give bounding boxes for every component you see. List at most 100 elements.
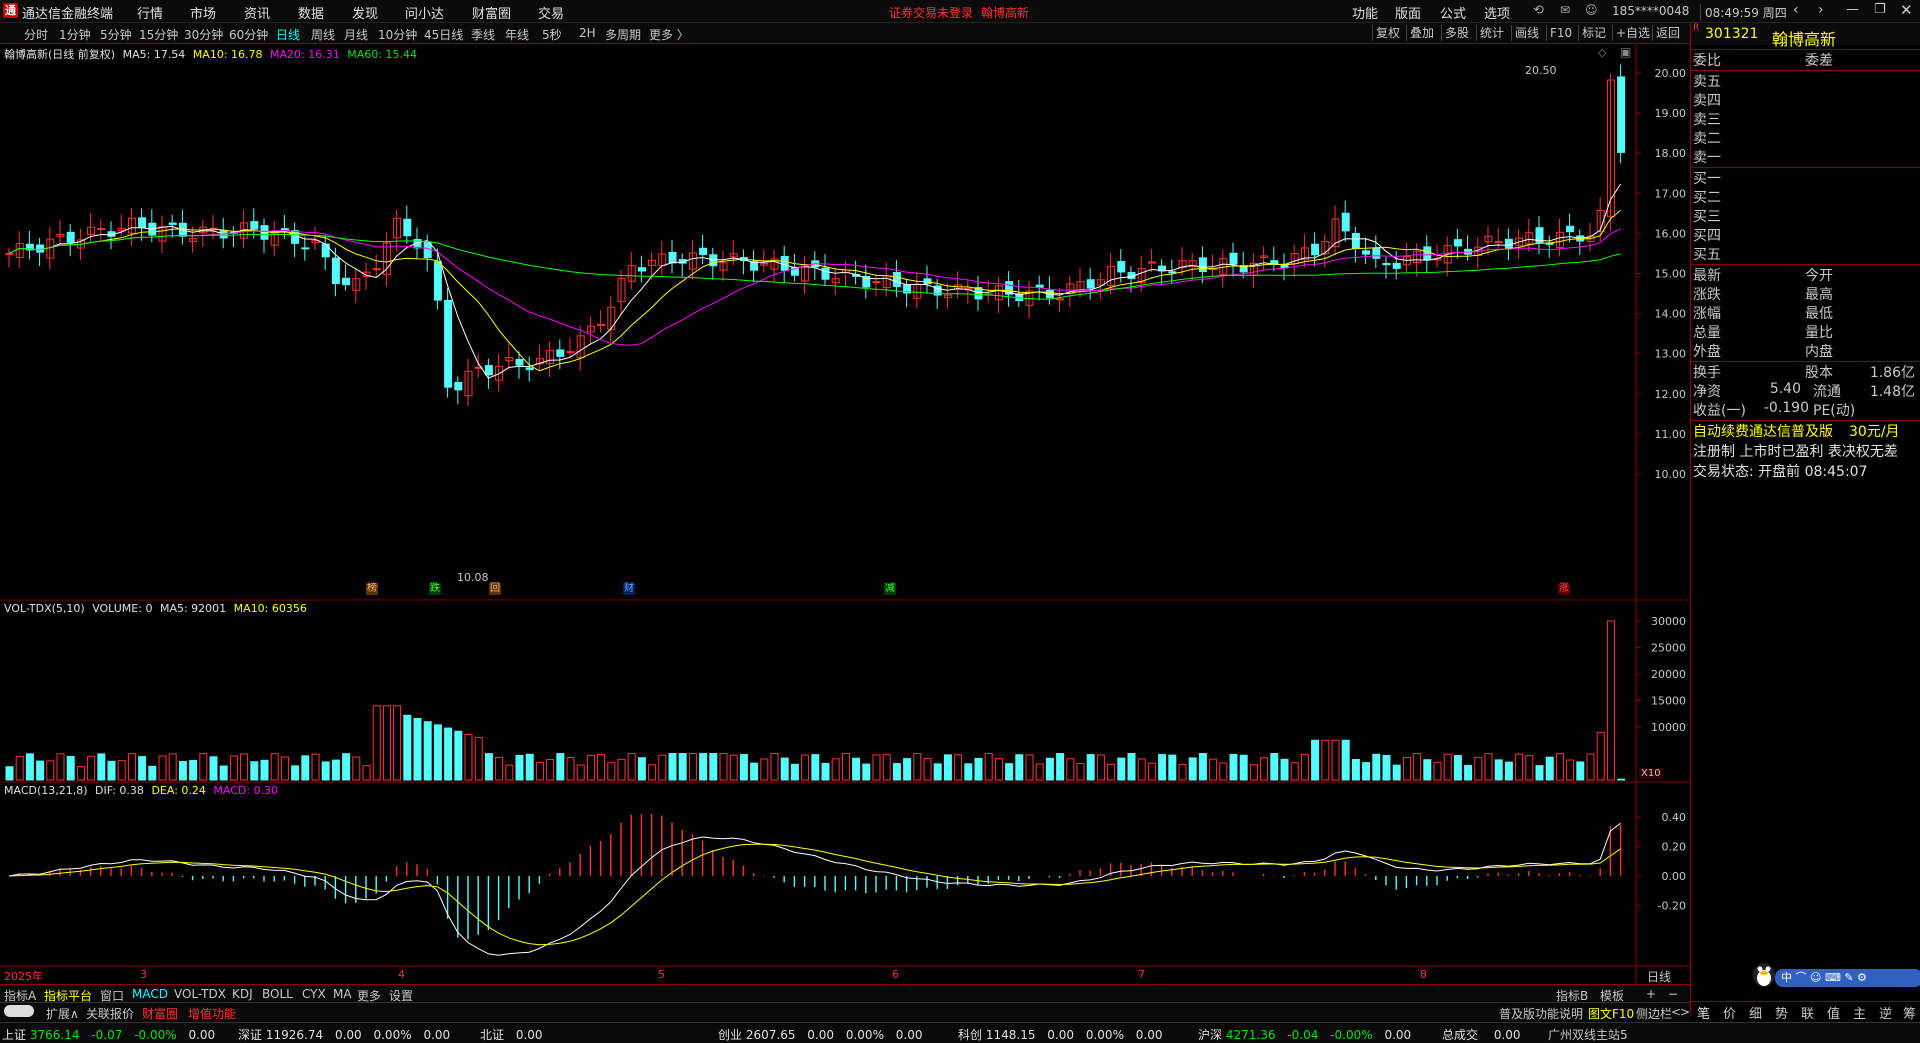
event-mark-list[interactable]: 榜	[366, 583, 378, 595]
panel-close-icon[interactable]: ▣	[1620, 45, 1631, 59]
refresh-icon[interactable]: ⟲	[1533, 3, 1544, 18]
minimize-icon[interactable]: —	[1846, 2, 1859, 17]
period-yearly[interactable]: 年线	[505, 26, 529, 43]
menu-wealth[interactable]: 财富圈	[472, 3, 511, 22]
back-nav-icon[interactable]: ‹	[1793, 2, 1799, 18]
ask-level-1[interactable]: 卖一	[1691, 147, 1920, 166]
tab-related-quotes[interactable]: 关联报价	[86, 1005, 134, 1022]
tab-value[interactable]: 值	[1827, 1003, 1840, 1022]
tab-price[interactable]: 价	[1723, 1003, 1736, 1022]
period-15min[interactable]: 15分钟	[139, 26, 178, 43]
tab-cyx[interactable]: CYX	[302, 987, 326, 1001]
ask-level-4[interactable]: 卖四	[1691, 90, 1920, 109]
account-id[interactable]: 185****0048	[1612, 4, 1689, 18]
menu-layout[interactable]: 版面	[1395, 3, 1421, 22]
tab-linked[interactable]: 联	[1801, 1003, 1814, 1022]
return-button[interactable]: 返回	[1652, 25, 1683, 41]
close-icon[interactable]: ✕	[1900, 1, 1913, 19]
event-mark-buyback[interactable]: 回	[489, 583, 501, 595]
menu-formula[interactable]: 公式	[1440, 3, 1466, 22]
tab-vol-tdx[interactable]: VOL-TDX	[174, 987, 226, 1001]
tab-kdj[interactable]: KDJ	[232, 987, 253, 1001]
period-multi[interactable]: 多周期	[605, 26, 641, 43]
menu-options[interactable]: 选项	[1484, 3, 1510, 22]
forward-nav-icon[interactable]: ›	[1818, 2, 1824, 18]
period-10min[interactable]: 10分钟	[378, 26, 417, 43]
draw-button[interactable]: 画线	[1511, 25, 1542, 41]
ask-level-2[interactable]: 卖二	[1691, 128, 1920, 147]
input-method-bar[interactable]: 中 ⌒ ☺ ⌨ ✎ ⚙	[1775, 969, 1920, 987]
menu-quotes[interactable]: 行情	[137, 3, 163, 22]
menu-market[interactable]: 市场	[190, 3, 216, 22]
menu-ask[interactable]: 问小达	[405, 3, 444, 22]
tab-main[interactable]: 主	[1853, 1003, 1866, 1022]
stock-code[interactable]: 301321	[1705, 26, 1758, 42]
period-quarterly[interactable]: 季线	[471, 26, 495, 43]
toggle-switch[interactable]	[4, 1005, 34, 1017]
zoom-in-button[interactable]: +	[1646, 987, 1656, 1001]
menu-function[interactable]: 功能	[1352, 3, 1378, 22]
tab-value-added[interactable]: 增值功能	[188, 1005, 236, 1022]
chart-canvas[interactable]: 20.00 19.00 18.00 17.00 16.00 15.00 14.00 13.00…	[0, 44, 1690, 984]
tab-detail[interactable]: 细	[1749, 1003, 1762, 1022]
tab-f10-graphic[interactable]: 图文F10	[1588, 1005, 1634, 1022]
restore-icon[interactable]: ❐	[1874, 2, 1886, 17]
period-2h[interactable]: 2H	[579, 26, 596, 40]
collapse-icon[interactable]: ◇	[1598, 46, 1606, 59]
mail-icon[interactable]: ✉	[1560, 3, 1570, 17]
zoom-out-button[interactable]: −	[1668, 987, 1678, 1001]
period-1min[interactable]: 1分钟	[59, 26, 91, 43]
period-30min[interactable]: 30分钟	[184, 26, 223, 43]
tab-boll[interactable]: BOLL	[262, 987, 293, 1001]
tab-extend[interactable]: 扩展∧	[46, 1005, 79, 1022]
bid-level-3[interactable]: 买三	[1691, 206, 1920, 225]
period-45day[interactable]: 45日线	[424, 26, 463, 43]
scroll-right-button[interactable]: >	[1680, 1005, 1690, 1019]
mark-button[interactable]: 标记	[1578, 25, 1609, 41]
tab-trend[interactable]: 势	[1775, 1003, 1788, 1022]
chart-area[interactable]: 20.00 19.00 18.00 17.00 16.00 15.00 14.00 13.00…	[0, 44, 1690, 984]
stats-button[interactable]: 统计	[1476, 25, 1507, 41]
tab-trades[interactable]: 笔	[1697, 1003, 1710, 1022]
period-5min[interactable]: 5分钟	[100, 26, 132, 43]
menu-trade[interactable]: 交易	[538, 3, 564, 22]
bid-level-5[interactable]: 买五	[1691, 244, 1920, 263]
stock-name[interactable]: 翰博高新	[1772, 26, 1836, 50]
menu-data[interactable]: 数据	[298, 3, 324, 22]
bid-level-4[interactable]: 买四	[1691, 225, 1920, 244]
index-csi300[interactable]: 沪深 4271.36 -0.04 -0.00% 0.00	[1198, 1026, 1411, 1043]
index-star[interactable]: 科创 1148.15 0.00 0.00% 0.00	[958, 1026, 1163, 1043]
index-beijing[interactable]: 北证 0.00	[480, 1026, 543, 1043]
add-watchlist-button[interactable]: +自选	[1612, 25, 1653, 41]
multi-stock-button[interactable]: 多股	[1441, 25, 1472, 41]
bid-level-1[interactable]: 买一	[1691, 168, 1920, 187]
index-shenzhen[interactable]: 深证 11926.74 0.00 0.00% 0.00	[238, 1026, 450, 1043]
index-chinext[interactable]: 创业 2607.65 0.00 0.00% 0.00	[718, 1026, 923, 1043]
penguin-mascot-icon[interactable]	[1751, 958, 1777, 988]
f10-button[interactable]: F10	[1546, 25, 1575, 41]
index-shanghai[interactable]: 上证 3766.14 -0.07 -0.00% 0.00	[2, 1026, 215, 1043]
user-icon[interactable]: ☺	[1585, 3, 1598, 17]
overlay-button[interactable]: 叠加	[1406, 25, 1437, 41]
tab-ma[interactable]: MA	[333, 987, 352, 1001]
login-notice[interactable]: 证券交易未登录	[889, 4, 973, 21]
period-5sec[interactable]: 5秒	[542, 26, 562, 43]
tab-sidebar[interactable]: 侧边栏	[1636, 1005, 1672, 1022]
period-timeshare[interactable]: 分时	[24, 26, 48, 43]
server-site[interactable]: 广州双线主站5	[1548, 1026, 1628, 1043]
ask-level-3[interactable]: 卖三	[1691, 109, 1920, 128]
tab-reverse[interactable]: 逆	[1879, 1003, 1892, 1022]
event-mark-drop[interactable]: 跌	[429, 583, 441, 595]
adjust-button[interactable]: 复权	[1372, 25, 1403, 41]
tab-wealth-circle[interactable]: 财富圈	[142, 1005, 178, 1022]
menu-discover[interactable]: 发现	[352, 3, 378, 22]
menu-news[interactable]: 资讯	[244, 3, 270, 22]
tab-chips[interactable]: 筹	[1903, 1003, 1916, 1022]
period-weekly[interactable]: 周线	[311, 26, 335, 43]
basic-edition-help[interactable]: 普及版功能说明	[1499, 1005, 1583, 1022]
event-mark-finance[interactable]: 财	[623, 583, 635, 595]
period-daily[interactable]: 日线	[276, 26, 300, 43]
ask-level-5[interactable]: 卖五	[1691, 71, 1920, 90]
event-mark-reduce[interactable]: 减	[884, 583, 896, 595]
period-monthly[interactable]: 月线	[344, 26, 368, 43]
